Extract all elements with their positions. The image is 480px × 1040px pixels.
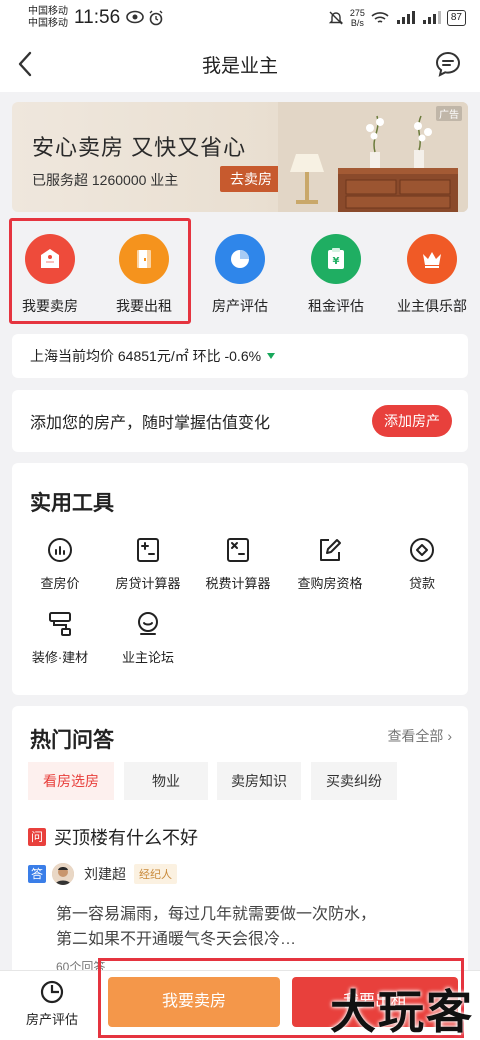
- signal-icon-2: [422, 11, 441, 24]
- answer-line: 第二如果不开通暖气冬天会很冷…: [56, 931, 297, 948]
- svg-text:¥: ¥: [333, 256, 340, 267]
- back-arrow-icon[interactable]: [14, 50, 38, 78]
- add-property-card: 添加您的房产，随时掌握估值变化 添加房产: [12, 390, 468, 452]
- agent-tag: 经纪人: [134, 864, 177, 884]
- chart-circle-icon: [48, 538, 72, 562]
- service-sell-house[interactable]: 我要卖房: [4, 230, 96, 320]
- house-tag-icon: [25, 234, 75, 284]
- promo-banner[interactable]: 安心卖房 又快又省心 已服务超 1260000 业主 去卖房 广告: [12, 102, 468, 212]
- down-triangle-icon: [267, 353, 276, 359]
- calculator-multiply-icon: [227, 538, 249, 562]
- status-icons-right: 275 B/s 87: [328, 8, 466, 28]
- service-label: 业主俱乐部: [397, 298, 467, 314]
- calculator-plus-minus-icon: [137, 538, 159, 562]
- service-property-valuation[interactable]: 房产评估: [194, 230, 286, 320]
- average-price-text: 上海当前均价 64851元/㎡ 环比 -0.6%: [30, 348, 262, 364]
- tool-label: 装修·建材: [31, 650, 89, 665]
- network-speed: 275 B/s: [350, 8, 365, 28]
- answerer-name: 刘建超: [84, 866, 126, 882]
- see-all-label: 查看全部: [387, 728, 444, 744]
- crown-icon: [407, 234, 457, 284]
- wifi-icon: [371, 12, 389, 23]
- speed-unit: B/s: [350, 18, 364, 28]
- tool-label: 查购房资格: [297, 576, 363, 591]
- watermark-text: 大玩客: [330, 985, 474, 1039]
- tool-label: 房贷计算器: [115, 576, 181, 591]
- tool-tax-calculator[interactable]: 税费计算器: [190, 535, 286, 592]
- tool-mortgage-calculator[interactable]: 房贷计算器: [100, 535, 196, 592]
- eye-icon: [126, 10, 144, 24]
- diamond-circle-icon: [410, 538, 434, 562]
- qa-tab-disputes[interactable]: 买卖纠纷: [311, 762, 397, 800]
- valuation-label: 房产评估: [25, 1012, 78, 1027]
- tool-label: 税费计算器: [205, 576, 271, 591]
- mute-bell-icon: [328, 11, 344, 25]
- qa-tab-property-management[interactable]: 物业: [124, 762, 208, 800]
- battery-indicator: 87: [446, 10, 466, 26]
- door-icon: [119, 234, 169, 284]
- chevron-right-icon: ›: [447, 728, 452, 744]
- paint-roller-icon: [49, 612, 71, 636]
- pie-chart-icon: [215, 234, 265, 284]
- see-all-link[interactable]: 查看全部 ›: [387, 726, 452, 746]
- service-label: 租金评估: [308, 298, 364, 314]
- answer-header: 答 刘建超 经纪人: [28, 863, 177, 885]
- clock-chart-icon: [40, 980, 64, 1004]
- service-grid: 我要卖房 我要出租 房产评估 ¥ 租金评估 业主俱乐部: [0, 212, 480, 334]
- service-label: 我要卖房: [22, 298, 78, 314]
- tool-check-price[interactable]: 查房价: [12, 535, 108, 592]
- service-rent-out[interactable]: 我要出租: [98, 230, 190, 320]
- alarm-icon: [149, 10, 163, 26]
- banner-title: 安心卖房 又快又省心: [32, 135, 247, 160]
- edit-square-icon: [320, 539, 341, 561]
- nav-bar: 我是业主: [0, 36, 480, 92]
- tool-purchase-eligibility[interactable]: 查购房资格: [282, 535, 378, 592]
- status-icons-left: [126, 10, 164, 26]
- tool-label: 业主论坛: [121, 650, 174, 665]
- qa-tab-selling-knowledge[interactable]: 卖房知识: [217, 762, 301, 800]
- forum-person-icon: [138, 612, 158, 635]
- price-info-card[interactable]: 上海当前均价 64851元/㎡ 环比 -0.6%: [12, 334, 468, 378]
- bottom-valuation-button[interactable]: 房产评估: [14, 979, 90, 1028]
- add-property-button[interactable]: 添加房产: [372, 405, 452, 437]
- qa-title: 热门问答: [30, 729, 114, 752]
- question-text: 买顶楼有什么不好: [54, 828, 198, 848]
- message-bubble-icon[interactable]: [434, 50, 462, 78]
- avatar: [52, 863, 74, 885]
- tool-label: 查房价: [40, 576, 80, 591]
- service-rent-valuation[interactable]: ¥ 租金评估: [290, 230, 382, 320]
- carrier-info: 中国移动 中国移动: [28, 6, 68, 30]
- add-property-text: 添加您的房产，随时掌握估值变化: [30, 415, 271, 432]
- banner-subtitle: 已服务超 1260000 业主: [32, 172, 179, 188]
- ad-tag: 广告: [436, 106, 462, 121]
- carrier-2: 中国移动: [28, 18, 68, 29]
- qa-tab-viewing[interactable]: 看房选房: [28, 762, 114, 800]
- tools-card: 实用工具 查房价 房贷计算器 税费计算器 查购房资格 贷款 装修·建材 业主论坛: [12, 463, 468, 695]
- tool-label: 贷款: [408, 576, 435, 591]
- answer-body[interactable]: 第一容易漏雨，每过几年就需要做一次防水， 第二如果不开通暖气冬天会很冷…: [56, 902, 452, 952]
- service-label: 我要出租: [116, 298, 172, 314]
- tool-decoration[interactable]: 装修·建材: [12, 609, 108, 666]
- question-row[interactable]: 问 买顶楼有什么不好: [28, 824, 198, 850]
- tools-title: 实用工具: [30, 492, 114, 515]
- clock: 11:56: [74, 7, 121, 28]
- go-sell-button[interactable]: 去卖房: [220, 166, 282, 192]
- speed-value: 275: [349, 8, 365, 18]
- carrier-1: 中国移动: [28, 6, 68, 17]
- service-label: 房产评估: [212, 298, 268, 314]
- status-bar: 中国移动 中国移动 11:56 275 B/s 87: [0, 0, 480, 36]
- page-title: 我是业主: [201, 55, 278, 77]
- tool-loan[interactable]: 贷款: [374, 535, 470, 592]
- signal-icon: [396, 11, 415, 24]
- answer-line: 第一容易漏雨，每过几年就需要做一次防水，: [56, 906, 377, 923]
- tool-owner-forum[interactable]: 业主论坛: [100, 609, 196, 666]
- service-owner-club[interactable]: 业主俱乐部: [386, 230, 478, 320]
- hot-qa-card: 热门问答 查看全部 › 看房选房 物业 卖房知识 买卖纠纷 问 买顶楼有什么不好…: [12, 706, 468, 976]
- sell-house-button[interactable]: 我要卖房: [108, 977, 280, 1027]
- answer-badge: 答: [28, 865, 46, 883]
- question-badge: 问: [28, 828, 46, 846]
- yen-clipboard-icon: ¥: [311, 234, 361, 284]
